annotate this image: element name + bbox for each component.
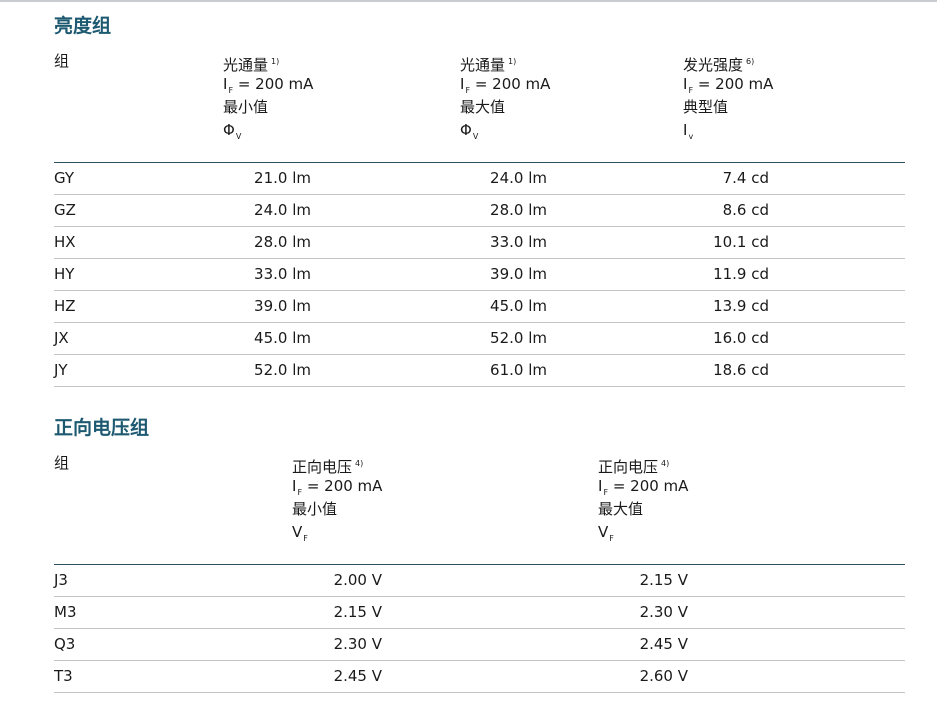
- voltage-section: 正向电压组 组 正向电压 4) IF = 200 mA 最小值 VF 正向电压 4)…: [54, 414, 905, 693]
- flux-max-cell: 61.0 lm: [490, 361, 547, 379]
- group-cell: HZ: [54, 297, 76, 315]
- header-flux-max: 光通量 1) IF = 200 mA 最大值 ΦV: [460, 50, 550, 142]
- flux-max-cell: 24.0 lm: [490, 169, 547, 187]
- voltage-max-cell: 2.45 V: [639, 635, 688, 653]
- table-row: M3 2.15 V 2.30 V: [54, 597, 905, 629]
- brightness-table-body: GY 21.0 lm 24.0 lm 7.4 cd GZ 24.0 lm 28.…: [54, 163, 905, 387]
- intensity-cell: 18.6 cd: [713, 361, 769, 379]
- header-voltage-min: 正向电压 4) IF = 200 mA 最小值 VF: [292, 452, 382, 544]
- group-cell: T3: [54, 667, 73, 685]
- header-intensity-condition: IF = 200 mA: [683, 75, 774, 95]
- document-page: 亮度组 组 光通量 1) IF = 200 mA 最小值 ΦV 光通量 1) IF …: [0, 0, 937, 721]
- group-cell: M3: [54, 603, 77, 621]
- voltage-max-cell: 2.60 V: [639, 667, 688, 685]
- table-row: JX 45.0 lm 52.0 lm 16.0 cd: [54, 323, 905, 355]
- brightness-section: 亮度组 组 光通量 1) IF = 200 mA 最小值 ΦV 光通量 1) IF …: [54, 12, 905, 387]
- table-row: GZ 24.0 lm 28.0 lm 8.6 cd: [54, 195, 905, 227]
- flux-min-cell: 33.0 lm: [254, 265, 311, 283]
- flux-min-cell: 39.0 lm: [254, 297, 311, 315]
- brightness-table-header: 组 光通量 1) IF = 200 mA 最小值 ΦV 光通量 1) IF = 20…: [54, 50, 905, 163]
- header-voltage-max-stat: 最大值: [598, 500, 644, 518]
- header-flux-min-stat: 最小值: [223, 98, 269, 116]
- voltage-max-cell: 2.15 V: [639, 571, 688, 589]
- intensity-cell: 16.0 cd: [713, 329, 769, 347]
- flux-min-cell: 28.0 lm: [254, 233, 311, 251]
- voltage-title: 正向电压组: [54, 417, 150, 439]
- table-row: JY 52.0 lm 61.0 lm 18.6 cd: [54, 355, 905, 387]
- flux-max-cell: 33.0 lm: [490, 233, 547, 251]
- group-cell: Q3: [54, 635, 76, 653]
- voltage-table-header: 组 正向电压 4) IF = 200 mA 最小值 VF 正向电压 4) IF = …: [54, 452, 905, 565]
- table-row: GY 21.0 lm 24.0 lm 7.4 cd: [54, 163, 905, 195]
- voltage-table-body: J3 2.00 V 2.15 V M3 2.15 V 2.30 V Q3 2.3…: [54, 565, 905, 693]
- header-flux-max-symbol: ΦV: [460, 121, 479, 141]
- voltage-min-cell: 2.00 V: [333, 571, 382, 589]
- flux-max-cell: 45.0 lm: [490, 297, 547, 315]
- voltage-min-cell: 2.15 V: [333, 603, 382, 621]
- table-row: HY 33.0 lm 39.0 lm 11.9 cd: [54, 259, 905, 291]
- header-flux-max-condition: IF = 200 mA: [460, 75, 551, 95]
- group-cell: JX: [54, 329, 69, 347]
- flux-max-cell: 28.0 lm: [490, 201, 547, 219]
- group-cell: GY: [54, 169, 75, 187]
- flux-min-cell: 52.0 lm: [254, 361, 311, 379]
- intensity-cell: 8.6 cd: [722, 201, 769, 219]
- flux-min-cell: 45.0 lm: [254, 329, 311, 347]
- header-flux-min-name: 光通量 1): [223, 56, 280, 74]
- header-flux-min: 光通量 1) IF = 200 mA 最小值 ΦV: [223, 50, 313, 142]
- group-cell: HY: [54, 265, 75, 283]
- flux-min-cell: 24.0 lm: [254, 201, 311, 219]
- header-flux-max-stat: 最大值: [460, 98, 506, 116]
- flux-max-cell: 52.0 lm: [490, 329, 547, 347]
- header-voltage-min-stat: 最小值: [292, 500, 338, 518]
- header-flux-max-name: 光通量 1): [460, 56, 517, 74]
- flux-min-cell: 21.0 lm: [254, 169, 311, 187]
- intensity-cell: 7.4 cd: [722, 169, 769, 187]
- group-cell: J3: [54, 571, 68, 589]
- header-voltage-min-symbol: VF: [292, 523, 308, 543]
- flux-max-cell: 39.0 lm: [490, 265, 547, 283]
- brightness-title: 亮度组: [54, 15, 112, 37]
- intensity-cell: 13.9 cd: [713, 297, 769, 315]
- table-row: T3 2.45 V 2.60 V: [54, 661, 905, 693]
- top-divider: [0, 0, 937, 2]
- header-intensity-symbol: Iv: [683, 121, 694, 141]
- header-intensity-typ: 发光强度 6) IF = 200 mA 典型值 Iv: [683, 50, 773, 142]
- group-cell: GZ: [54, 201, 76, 219]
- intensity-cell: 11.9 cd: [713, 265, 769, 283]
- header-intensity-stat: 典型值: [683, 98, 729, 116]
- header-flux-min-symbol: ΦV: [223, 121, 242, 141]
- voltage-max-cell: 2.30 V: [639, 603, 688, 621]
- header-voltage-max-condition: IF = 200 mA: [598, 477, 689, 497]
- header-voltage-max-symbol: VF: [598, 523, 614, 543]
- header-intensity-name: 发光强度 6): [683, 56, 755, 74]
- table-row: HX 28.0 lm 33.0 lm 10.1 cd: [54, 227, 905, 259]
- table-row: J3 2.00 V 2.15 V: [54, 565, 905, 597]
- voltage-min-cell: 2.30 V: [333, 635, 382, 653]
- header-voltage-min-name: 正向电压 4): [292, 458, 364, 476]
- header-group: 组: [54, 52, 70, 70]
- intensity-cell: 10.1 cd: [713, 233, 769, 251]
- header-voltage-max: 正向电压 4) IF = 200 mA 最大值 VF: [598, 452, 688, 544]
- group-cell: HX: [54, 233, 76, 251]
- table-row: HZ 39.0 lm 45.0 lm 13.9 cd: [54, 291, 905, 323]
- voltage-min-cell: 2.45 V: [333, 667, 382, 685]
- header-voltage-max-name: 正向电压 4): [598, 458, 670, 476]
- group-cell: JY: [54, 361, 68, 379]
- header-voltage-min-condition: IF = 200 mA: [292, 477, 383, 497]
- header-flux-min-condition: IF = 200 mA: [223, 75, 314, 95]
- table-row: Q3 2.30 V 2.45 V: [54, 629, 905, 661]
- header-group: 组: [54, 454, 70, 472]
